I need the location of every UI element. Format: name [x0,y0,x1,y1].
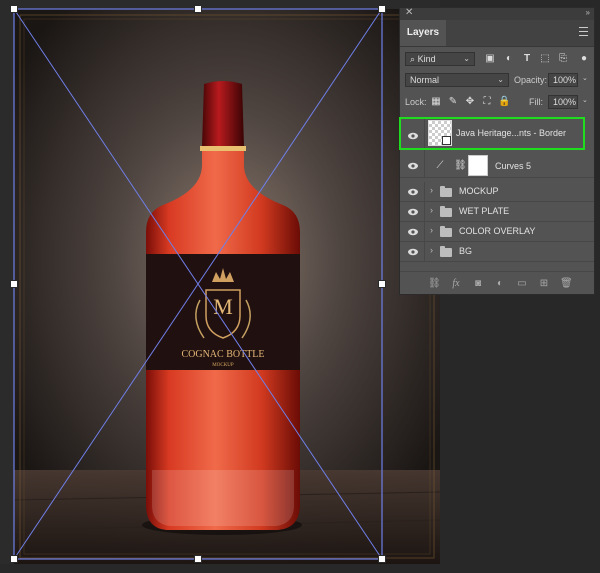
blend-row: Normal ⌄ Opacity: 100% ⌄ [400,72,594,88]
new-layer-icon[interactable]: ⊞ [538,278,550,290]
tab-layers[interactable]: Layers [400,20,446,46]
layer-name: BG [459,246,473,256]
layer-row-group-mockup[interactable]: › MOCKUP [400,182,594,202]
hamburger-menu-icon[interactable] [579,27,588,36]
label-title: COGNAC BOTTLE [181,349,264,360]
filter-row: ⌕ Kind ⌄ ▣ ◐ T ⬚ ⎘ ● [400,51,594,67]
transform-handle-top-left[interactable] [10,5,18,13]
transform-handle-middle-right[interactable] [378,280,386,288]
curves-adjustment-icon: ⟋ [436,160,444,171]
layer-name: WET PLATE [459,206,510,216]
folder-icon [440,186,452,197]
layer-row-group-color-overlay[interactable]: › COLOR OVERLAY [400,222,594,242]
smart-object-filter-icon[interactable]: ⎘ [557,53,569,65]
layer-name: Curves 5 [495,161,532,171]
panel-tab-bar: Layers [400,20,594,47]
folder-icon [440,246,452,257]
layers-footer-toolbar: ⛓ fx ◙ ◐ ▭ ⊞ 🗑 [400,271,594,296]
label-subtitle: MOCKUP [212,363,234,368]
blend-mode-value: Normal [410,75,440,85]
mask-icon[interactable]: ◙ [472,278,484,290]
lock-row: Lock: ▦ ✎ ✥ ⛶ 🔒 Fill: 100% ⌄ [400,94,594,110]
fill-label: Fill: [529,97,543,107]
link-icon: ⛓ [454,160,467,171]
artboard-icon[interactable]: ⛶ [481,96,493,108]
transform-handle-top-right[interactable] [378,5,386,13]
type-filter-icon[interactable]: T [521,53,533,65]
close-icon[interactable]: ✕ [405,7,413,18]
chevron-down-icon[interactable]: ⌄ [582,74,588,82]
fill-field[interactable]: 100% [548,95,578,109]
chevron-down-icon[interactable]: ⌄ [582,96,588,104]
layers-panel: ✕ » Layers ⌕ Kind ⌄ ▣ ◐ T ⬚ ⎘ ● Normal ⌄… [399,7,595,295]
eye-icon[interactable] [408,208,418,216]
chevron-right-icon[interactable]: › [430,225,433,235]
new-group-icon[interactable]: ▭ [516,278,528,290]
opacity-field[interactable]: 100% [548,73,578,87]
opacity-label: Opacity: [514,75,548,85]
folder-icon [440,206,452,217]
eye-icon[interactable] [408,228,418,236]
trash-icon[interactable]: 🗑 [560,278,573,290]
layer-row-curves[interactable]: ⟋ ⛓ Curves 5 [400,154,594,178]
eye-icon[interactable] [408,248,418,256]
label-monogram: M [213,294,233,319]
transform-handle-top-center[interactable] [194,5,202,13]
layer-row-smart-object[interactable]: Java Heritage...nts - Border [399,117,594,154]
lock-all-icon[interactable]: 🔒 [498,96,510,108]
layer-mask-thumbnail[interactable] [468,155,488,176]
lock-label: Lock: [405,97,427,107]
transform-handle-bottom-right[interactable] [378,555,386,563]
chevron-right-icon[interactable]: › [430,245,433,255]
transform-handle-bottom-center[interactable] [194,555,202,563]
filter-kind-dropdown[interactable]: ⌕ Kind ⌄ [405,52,475,66]
eye-icon[interactable] [408,162,418,170]
chevron-down-icon: ⌄ [497,75,504,84]
lock-transparent-icon[interactable]: ▦ [430,96,442,108]
layer-row-group-bg[interactable]: › BG [400,242,594,262]
image-filter-icon[interactable]: ▣ [484,53,496,65]
filter-toggle-icon[interactable]: ● [578,53,590,65]
layer-row-group-wet-plate[interactable]: › WET PLATE [400,202,594,222]
adjustment-layer-icon[interactable]: ◐ [494,278,506,290]
folder-icon [440,226,452,237]
shape-filter-icon[interactable]: ⬚ [539,53,551,65]
blend-mode-dropdown[interactable]: Normal ⌄ [405,73,509,87]
transform-handle-bottom-left[interactable] [10,555,18,563]
selection-highlight [399,117,585,150]
panel-title-bar: ✕ » [400,7,594,20]
search-icon: ⌕ [410,54,416,64]
eye-icon[interactable] [408,188,418,196]
adjustment-filter-icon[interactable]: ◐ [503,53,515,65]
chevron-down-icon: ⌄ [463,54,470,63]
layer-name: COLOR OVERLAY [459,226,536,236]
chevron-right-icon[interactable]: › [430,205,433,215]
lock-position-icon[interactable]: ✥ [464,96,476,108]
chevron-right-icon[interactable]: › [430,185,433,195]
fx-icon[interactable]: fx [450,278,462,290]
double-chevron-icon[interactable]: » [586,8,591,17]
transform-handle-middle-left[interactable] [10,280,18,288]
lock-image-icon[interactable]: ✎ [447,96,459,108]
filter-kind-label: Kind [417,54,436,64]
link-layers-icon[interactable]: ⛓ [428,278,441,290]
layer-name: MOCKUP [459,186,499,196]
